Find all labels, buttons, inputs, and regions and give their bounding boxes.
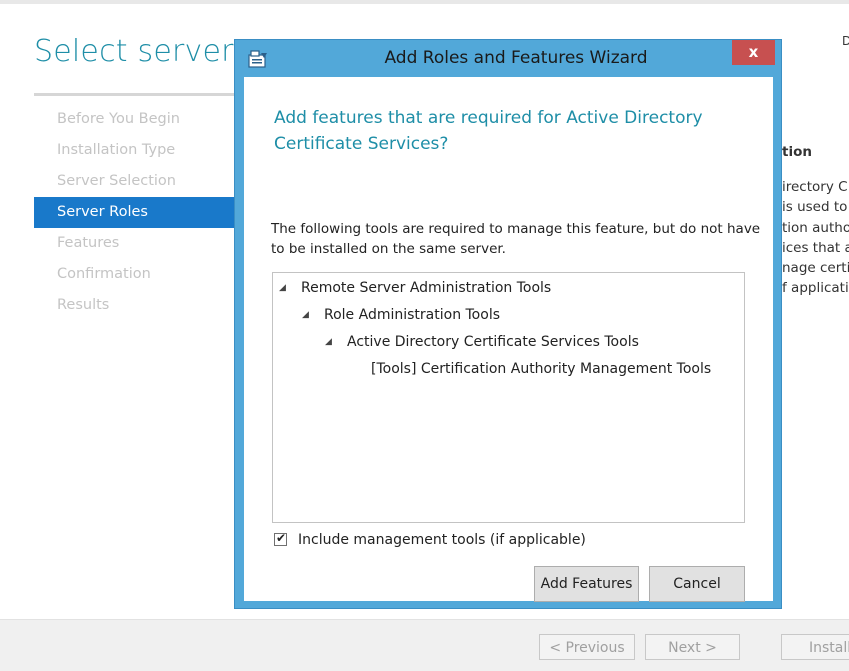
- window-top-edge: [0, 0, 849, 4]
- role-description: irectory C is used to tion autho ices th…: [782, 177, 849, 299]
- add-features-button[interactable]: Add Features: [534, 566, 639, 602]
- dialog-body: Add features that are required for Activ…: [244, 77, 773, 602]
- expand-arrow-icon[interactable]: ◢: [279, 283, 297, 293]
- add-features-dialog: Add Roles and Features Wizard x Add feat…: [234, 39, 782, 609]
- next-button[interactable]: Next >: [645, 634, 740, 660]
- description-line: irectory C: [782, 179, 848, 195]
- nav-item-confirmation[interactable]: Confirmation: [34, 259, 244, 290]
- dialog-titlebar[interactable]: Add Roles and Features Wizard x: [235, 40, 781, 77]
- description-heading: tion: [782, 144, 812, 160]
- description-line: is used to: [782, 199, 848, 216]
- checkmark-icon: ✔: [276, 531, 287, 545]
- nav-item-results[interactable]: Results: [34, 290, 244, 321]
- tree-item-label: Role Administration Tools: [324, 307, 500, 323]
- include-management-tools-label: Include management tools (if applicable): [298, 532, 586, 548]
- wizard-nav: Before You Begin Installation Type Serve…: [34, 104, 244, 321]
- nav-item-server-roles[interactable]: Server Roles: [34, 197, 244, 228]
- tree-item-label: Active Directory Certificate Services To…: [347, 334, 639, 350]
- dialog-heading: Add features that are required for Activ…: [274, 108, 703, 154]
- tree-item[interactable]: [Tools] Certification Authority Manageme…: [371, 361, 711, 377]
- dialog-description: The following tools are required to mana…: [271, 221, 761, 257]
- tree-item[interactable]: ◢ Active Directory Certificate Services T…: [325, 334, 639, 350]
- description-line: nage certif: [782, 260, 849, 277]
- description-line: f applicati: [782, 280, 849, 297]
- nav-item-features[interactable]: Features: [34, 228, 244, 259]
- description-line: ices that a: [782, 239, 849, 256]
- nav-item-installation-type[interactable]: Installation Type: [34, 135, 244, 166]
- cancel-button[interactable]: Cancel: [649, 566, 745, 602]
- dialog-title: Add Roles and Features Wizard: [384, 48, 648, 68]
- tree-item-label: [Tools] Certification Authority Manageme…: [371, 361, 712, 377]
- close-button[interactable]: x: [732, 40, 775, 65]
- previous-button[interactable]: < Previous: [539, 634, 635, 660]
- include-management-tools-option[interactable]: ✔ Include management tools (if applicable…: [274, 531, 586, 548]
- tree-item[interactable]: ◢ Role Administration Tools: [302, 307, 500, 323]
- install-button[interactable]: Install: [781, 634, 849, 660]
- destination-server-label: D: [842, 34, 849, 48]
- expand-arrow-icon[interactable]: ◢: [302, 310, 320, 320]
- required-features-tree[interactable]: ◢ Remote Server Administration Tools ◢ Rol…: [272, 272, 745, 523]
- tree-item-label: Remote Server Administration Tools: [301, 280, 552, 296]
- nav-item-server-selection[interactable]: Server Selection: [34, 166, 244, 197]
- description-line: tion autho: [782, 219, 849, 236]
- include-management-tools-checkbox[interactable]: ✔: [274, 531, 287, 546]
- expand-arrow-icon[interactable]: ◢: [325, 337, 343, 347]
- nav-item-before-you-begin[interactable]: Before You Begin: [34, 104, 244, 135]
- tree-item[interactable]: ◢ Remote Server Administration Tools: [279, 280, 551, 296]
